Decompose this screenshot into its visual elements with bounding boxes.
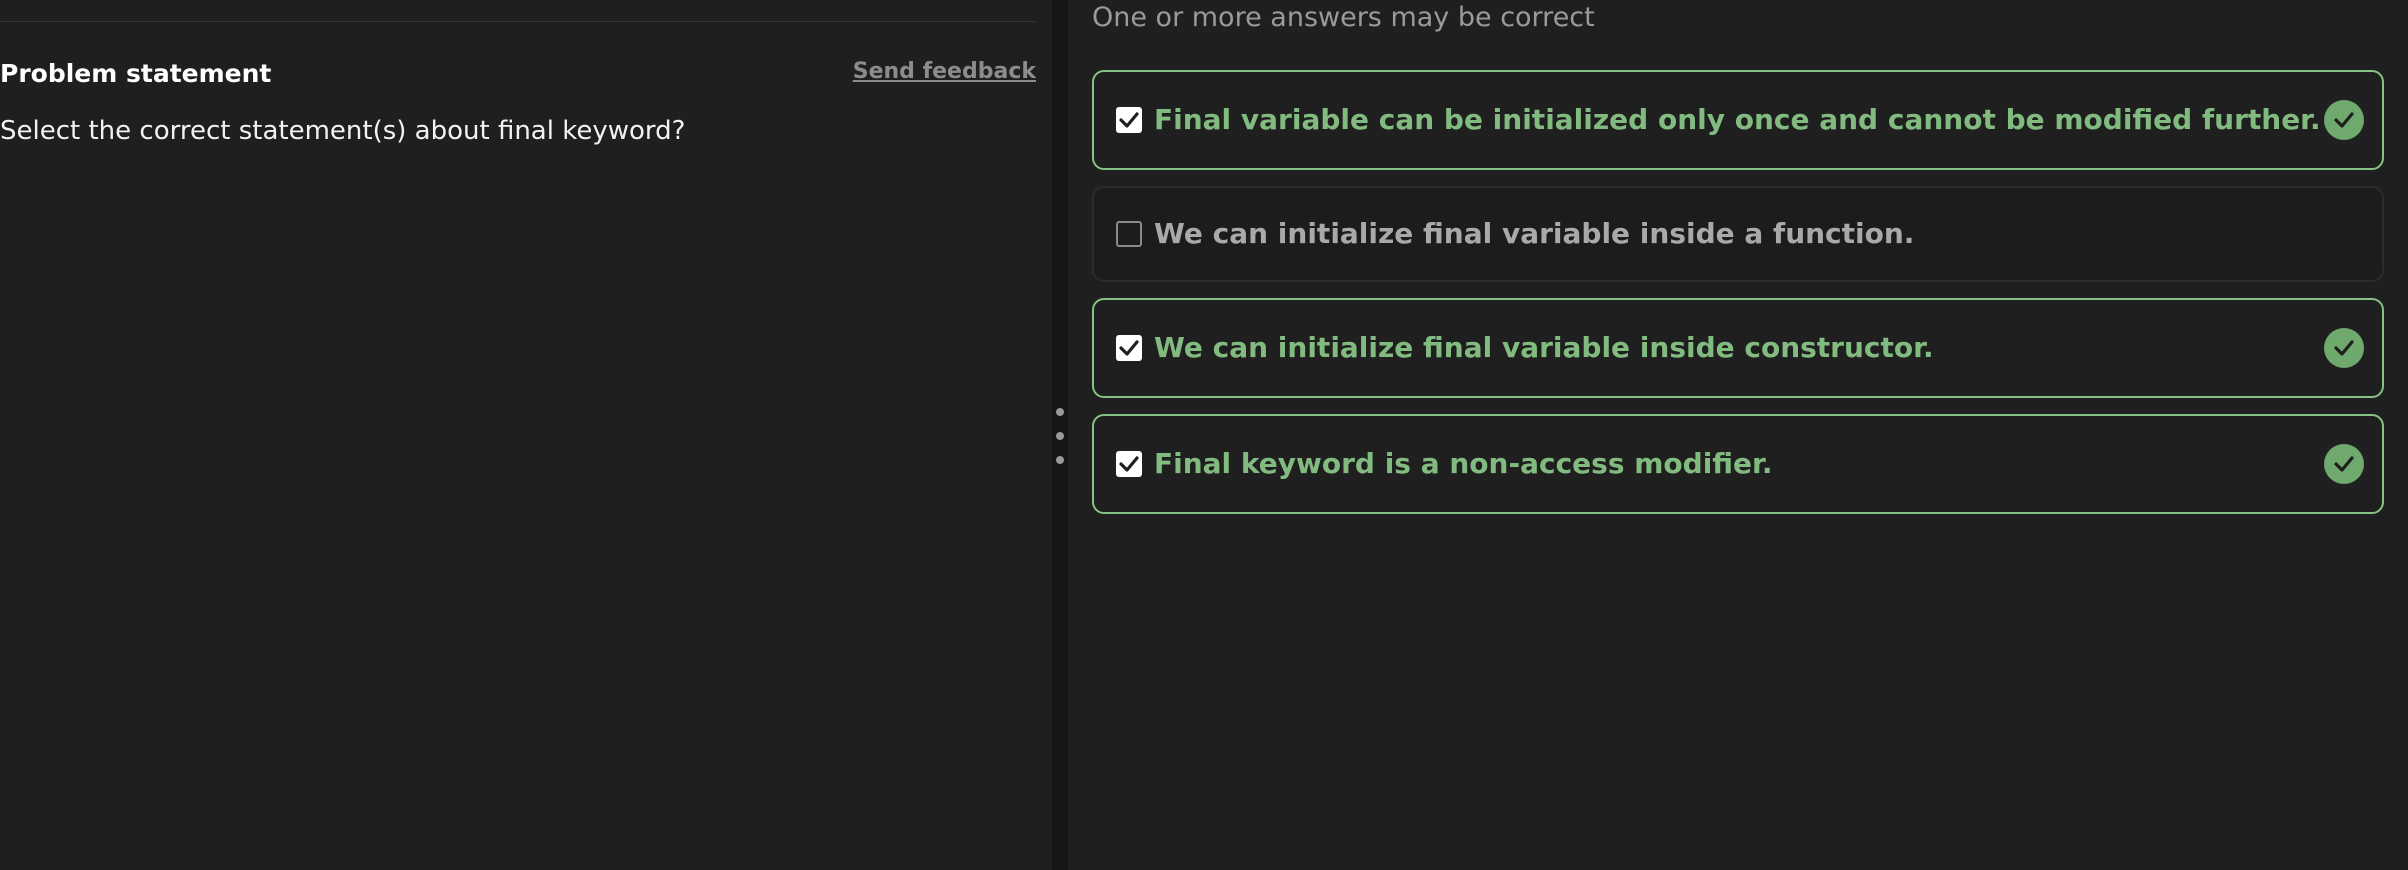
problem-title: Problem statement [0, 59, 272, 88]
answer-option-label: Final variable can be initialized only o… [1154, 103, 2321, 136]
vertical-dots-icon [1052, 406, 1068, 466]
answer-option-2[interactable]: We can initialize final variable inside … [1092, 186, 2384, 282]
problem-pane: Problem statement Send feedback Select t… [0, 0, 1052, 870]
checkbox-checked[interactable] [1116, 451, 1142, 477]
divider [0, 21, 1036, 22]
answers-pane: One or more answers may be correct Final… [1068, 0, 2408, 870]
pane-splitter-handle[interactable] [1052, 0, 1068, 870]
checkmark-icon [1119, 340, 1139, 356]
question-text: Select the correct statement(s) about fi… [0, 116, 686, 146]
checkmark-icon [1119, 112, 1139, 128]
checkbox-unchecked[interactable] [1116, 221, 1142, 247]
answer-option-label: We can initialize final variable inside … [1154, 217, 1915, 250]
answer-option-label: We can initialize final variable inside … [1154, 331, 1934, 364]
answer-option-4[interactable]: Final keyword is a non-access modifier. [1092, 414, 2384, 514]
splitter-dot [1056, 456, 1064, 464]
splitter-dot [1056, 408, 1064, 416]
splitter-dot [1056, 432, 1064, 440]
answer-option-label: Final keyword is a non-access modifier. [1154, 447, 1773, 480]
check-circle-icon [2324, 328, 2364, 368]
check-circle-icon [2324, 100, 2364, 140]
checkbox-checked[interactable] [1116, 107, 1142, 133]
send-feedback-link[interactable]: Send feedback [853, 56, 1036, 88]
checkbox-checked[interactable] [1116, 335, 1142, 361]
answer-option-3[interactable]: We can initialize final variable inside … [1092, 298, 2384, 398]
answer-hint: One or more answers may be correct [1092, 2, 1595, 33]
checkmark-icon [1119, 456, 1139, 472]
answer-option-1[interactable]: Final variable can be initialized only o… [1092, 70, 2384, 170]
check-circle-icon [2324, 444, 2364, 484]
quiz-page: Problem statement Send feedback Select t… [0, 0, 2408, 870]
